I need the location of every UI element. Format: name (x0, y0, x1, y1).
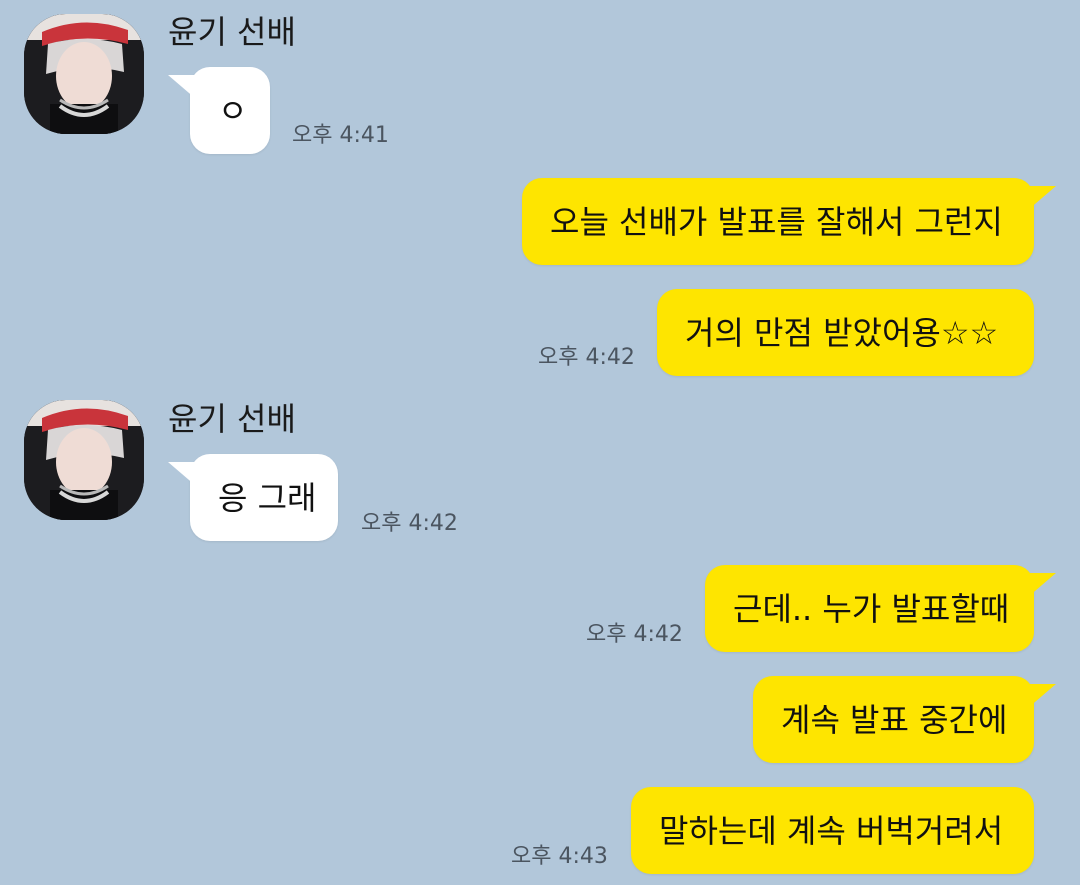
message-timestamp: 오후 4:41 (292, 123, 389, 148)
bubble-tail (168, 75, 196, 99)
sender-avatar[interactable] (24, 400, 144, 520)
bubble-tail (168, 462, 196, 486)
message-bubble-outgoing[interactable]: 근데.. 누가 발표할때 (705, 565, 1056, 652)
message-bubble-outgoing[interactable]: 계속 발표 중간에 (753, 676, 1056, 763)
message-text: 계속 발표 중간에 (781, 700, 1008, 739)
message-bubble-outgoing[interactable]: 말하는데 계속 버벅거려서 (631, 787, 1034, 874)
message-timestamp: 오후 4:42 (361, 511, 458, 536)
message-bubble-incoming[interactable]: ㅇ (168, 67, 270, 154)
message-text: 거의 만점 받았어용☆☆ (685, 313, 999, 352)
message-timestamp: 오후 4:42 (586, 622, 683, 647)
message-timestamp: 오후 4:42 (538, 345, 635, 370)
sender-name: 윤기 선배 (168, 13, 296, 51)
message-text: ㅇ (218, 91, 248, 130)
message-text: 오늘 선배가 발표를 잘해서 그런지 (550, 202, 1003, 241)
message-timestamp: 오후 4:43 (511, 844, 608, 869)
message-bubble-outgoing[interactable]: 거의 만점 받았어용☆☆ (657, 289, 1034, 376)
message-text: 말하는데 계속 버벅거려서 (659, 811, 1004, 850)
profile-photo-icon (24, 14, 144, 134)
message-text: 근데.. 누가 발표할때 (733, 589, 1010, 628)
sender-name: 윤기 선배 (168, 400, 296, 438)
message-text: 응 그래 (218, 478, 317, 517)
message-bubble-incoming[interactable]: 응 그래 (168, 454, 338, 541)
sender-avatar[interactable] (24, 14, 144, 134)
bubble-tail (1028, 186, 1056, 210)
bubble-tail (1028, 684, 1056, 708)
message-bubble-outgoing[interactable]: 오늘 선배가 발표를 잘해서 그런지 (522, 178, 1056, 265)
profile-photo-icon (24, 400, 144, 520)
bubble-tail (1028, 573, 1056, 597)
